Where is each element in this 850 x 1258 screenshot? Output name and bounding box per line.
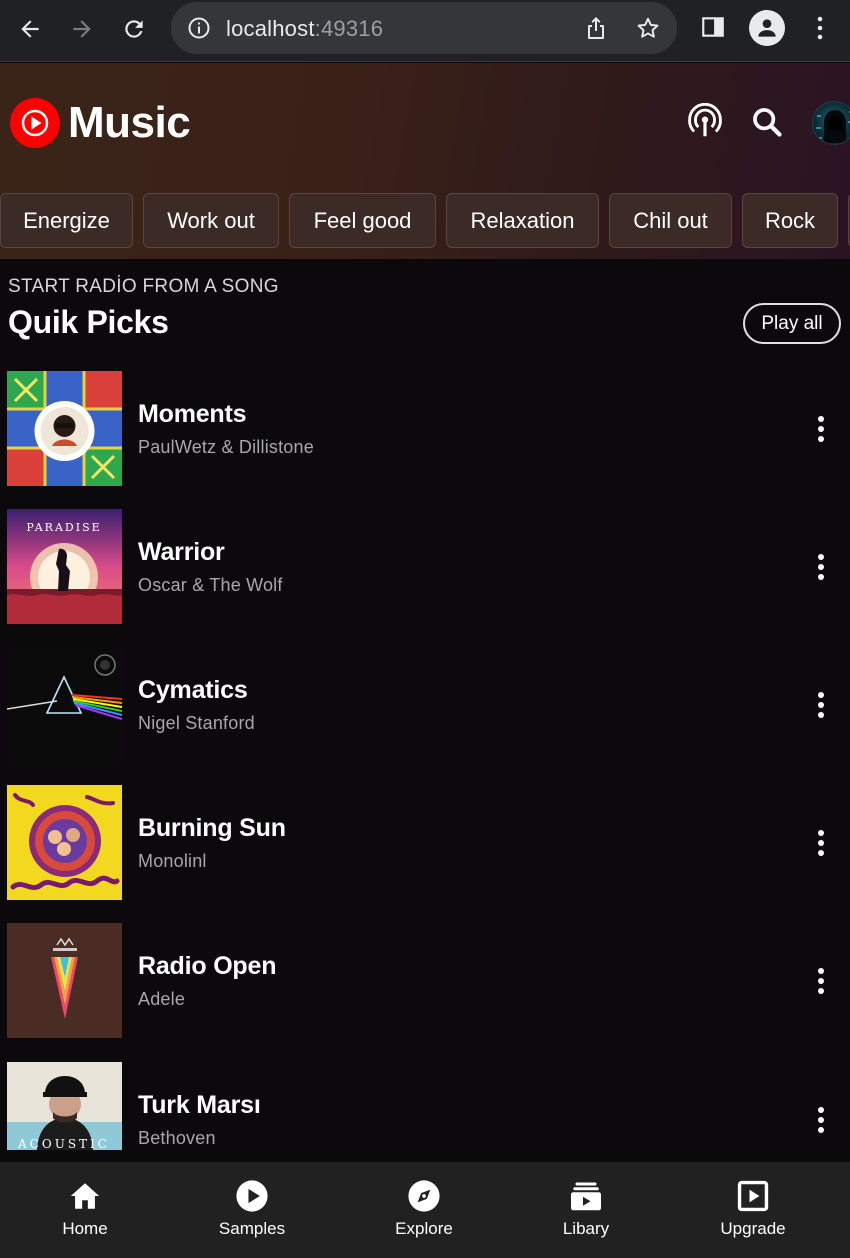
song-artist[interactable]: Monolinl — [138, 851, 207, 872]
home-icon — [68, 1178, 102, 1214]
more-options-button[interactable] — [806, 963, 836, 999]
song-artist[interactable]: Oscar & The Wolf — [138, 575, 283, 596]
search-icon[interactable] — [750, 105, 784, 139]
nav-label: Samples — [218, 1219, 286, 1238]
song-title: Moments — [138, 400, 247, 428]
song-artist[interactable]: Adele — [138, 989, 185, 1010]
more-options-button[interactable] — [806, 549, 836, 585]
vertical-dots-icon — [818, 554, 824, 580]
profile-avatar[interactable] — [749, 10, 785, 46]
url-host: localhost — [226, 16, 315, 41]
forward-arrow-icon — [73, 20, 91, 38]
more-options-button[interactable] — [806, 687, 836, 723]
song-artist[interactable]: Nigel Stanford — [138, 713, 255, 734]
album-text-paradise: PARADISE — [26, 521, 101, 534]
play-circle-icon — [235, 1178, 269, 1214]
song-row[interactable]: Burning Sun Monolinl — [0, 785, 850, 901]
url-text: localhost:49316 — [226, 16, 383, 42]
bookmark-star-icon[interactable] — [635, 15, 661, 41]
back-arrow-icon — [21, 20, 39, 38]
share-icon[interactable] — [584, 15, 608, 41]
side-panel-icon[interactable] — [700, 14, 726, 40]
album-art-radio-open[interactable] — [7, 923, 122, 1038]
browser-toolbar: localhost:49316 — [0, 0, 850, 62]
reload-button[interactable] — [114, 11, 154, 47]
album-text-acoustic: ACOUSTIC — [17, 1137, 110, 1150]
song-title: Radio Open — [138, 952, 277, 980]
nav-library[interactable]: Libary — [551, 1162, 621, 1258]
song-title: Turk Marsı — [138, 1091, 261, 1119]
album-art-moments[interactable] — [7, 371, 122, 486]
nav-label: Libary — [562, 1219, 610, 1238]
mood-chips: Energize Work out Feel good Relaxation C… — [0, 193, 850, 249]
back-button[interactable] — [10, 11, 50, 47]
song-title: Burning Sun — [138, 814, 286, 842]
album-art-warrior[interactable]: PARADISE — [7, 509, 122, 624]
logo-play-icon — [10, 98, 60, 148]
album-art-burning-sun[interactable] — [7, 785, 122, 900]
nav-label: Home — [62, 1219, 108, 1238]
kebab-menu-icon[interactable] — [808, 14, 832, 42]
vertical-dots-icon — [818, 968, 824, 994]
chip-feel-good[interactable]: Feel good — [289, 193, 436, 248]
library-icon — [568, 1178, 604, 1214]
nav-upgrade[interactable]: Upgrade — [713, 1162, 793, 1258]
album-art-turk-marsi[interactable]: ACOUSTIC — [7, 1062, 122, 1150]
logo-text: Music — [68, 98, 191, 147]
cast-icon[interactable] — [686, 103, 724, 141]
song-row[interactable]: PARADISE Warrior Oscar & The Wolf — [0, 509, 850, 625]
app-logo[interactable]: Music — [10, 98, 191, 148]
forward-button[interactable] — [62, 11, 102, 47]
chip-energize[interactable]: Energize — [0, 193, 133, 248]
user-avatar[interactable] — [812, 101, 850, 145]
vertical-dots-icon — [818, 692, 824, 718]
song-row[interactable]: Radio Open Adele — [0, 923, 850, 1039]
vertical-dots-icon — [818, 416, 824, 442]
vertical-dots-icon — [818, 830, 824, 856]
more-options-button[interactable] — [806, 1102, 836, 1138]
song-artist[interactable]: Bethoven — [138, 1128, 216, 1149]
site-info-icon[interactable] — [187, 16, 211, 40]
song-row[interactable]: Moments PaulWetz & Dillistone — [0, 371, 850, 487]
bottom-navigation: Home Samples Explore Libary Upgrade — [0, 1162, 850, 1258]
chip-chil-out[interactable]: Chil out — [609, 193, 732, 248]
reload-icon — [125, 20, 143, 38]
section-subtitle: START RADİO FROM A SONG — [8, 276, 279, 297]
album-art-cymatics[interactable] — [7, 647, 122, 762]
address-bar[interactable]: localhost:49316 — [171, 2, 677, 54]
more-options-button[interactable] — [806, 825, 836, 861]
more-options-button[interactable] — [806, 411, 836, 447]
song-row[interactable]: ACOUSTIC Turk Marsı Bethoven — [0, 1062, 850, 1178]
nav-samples[interactable]: Samples — [206, 1162, 298, 1258]
nav-explore[interactable]: Explore — [384, 1162, 464, 1258]
vertical-dots-icon — [818, 1107, 824, 1133]
url-port: :49316 — [314, 16, 384, 41]
play-all-button[interactable]: Play all — [743, 303, 841, 344]
app-header: Music Energize Work out Feel good Relaxa… — [0, 63, 850, 259]
section-title: Quik Picks — [8, 304, 169, 340]
song-artist[interactable]: PaulWetz & Dillistone — [138, 437, 314, 458]
nav-label: Explore — [395, 1219, 453, 1238]
compass-icon — [407, 1178, 441, 1214]
upgrade-icon — [736, 1178, 770, 1214]
hooded-figure-icon — [816, 110, 850, 143]
song-title: Cymatics — [138, 676, 248, 704]
nav-label: Upgrade — [720, 1219, 786, 1238]
chip-rock[interactable]: Rock — [742, 193, 838, 248]
song-row[interactable]: Cymatics Nigel Stanford — [0, 647, 850, 763]
chip-work-out[interactable]: Work out — [143, 193, 279, 248]
song-title: Warrior — [138, 538, 225, 566]
nav-home[interactable]: Home — [50, 1162, 120, 1258]
chip-relaxation[interactable]: Relaxation — [446, 193, 599, 248]
person-icon — [758, 19, 776, 37]
